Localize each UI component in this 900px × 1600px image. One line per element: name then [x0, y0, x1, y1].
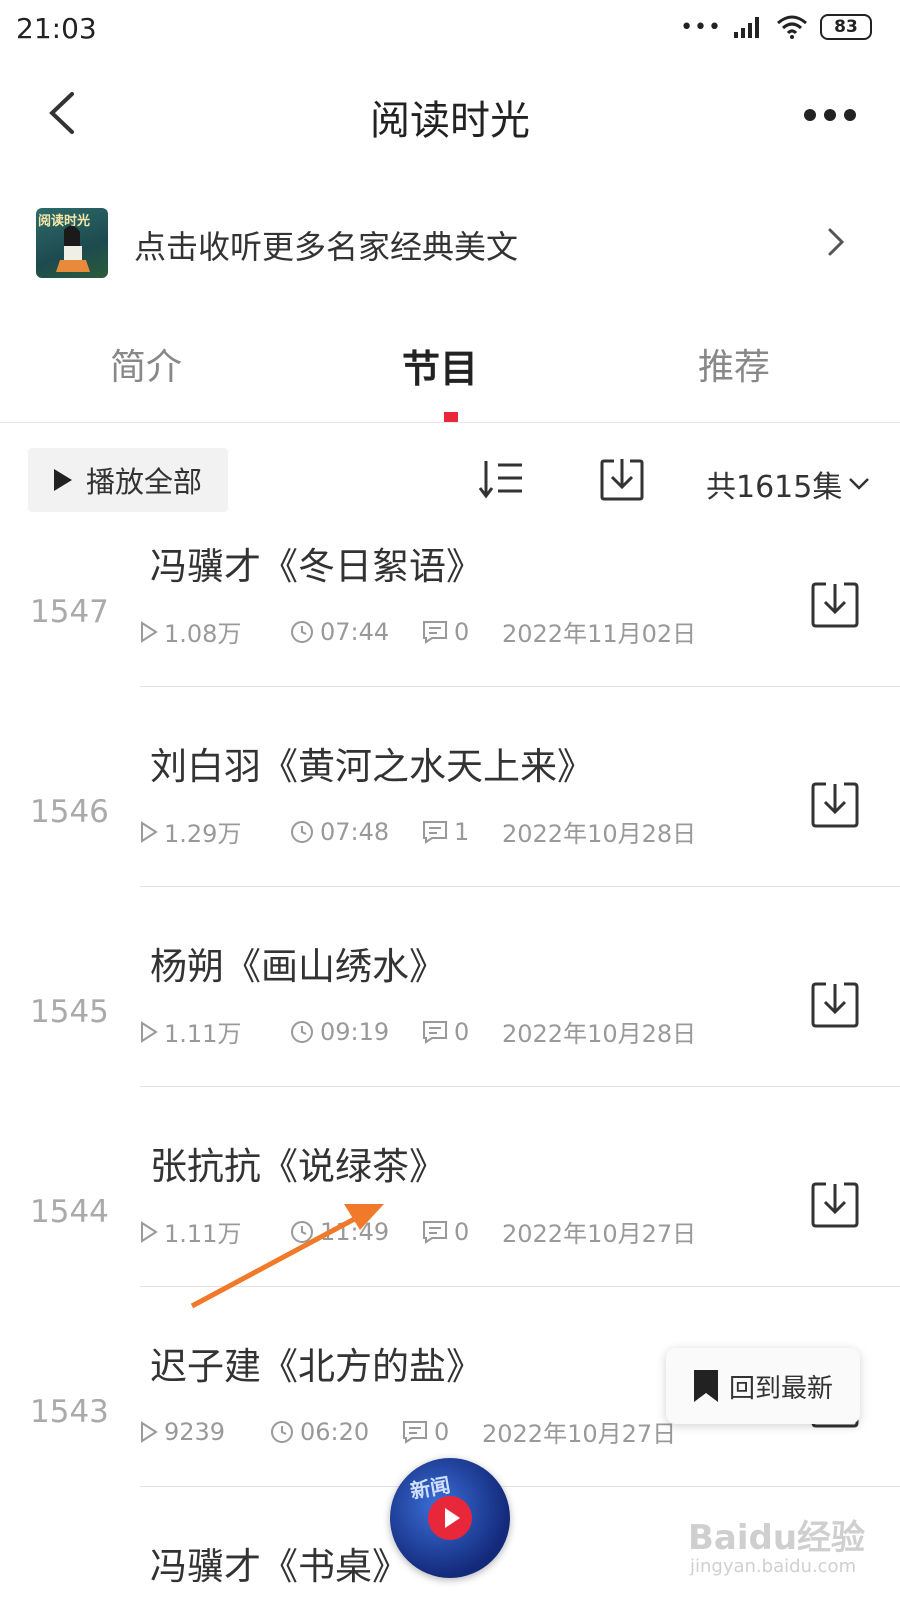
watermark: Baidu经验: [688, 1518, 866, 1558]
episode-title[interactable]: 刘白羽《黄河之水天上来》: [150, 736, 594, 790]
chevron-right-icon[interactable]: [822, 222, 850, 262]
tabs-divider: [0, 422, 900, 423]
play-count: 1.29万: [164, 820, 242, 848]
row-divider: [140, 1286, 900, 1287]
episode-number: 1545: [30, 994, 109, 1030]
episode-number: 1543: [30, 1394, 109, 1430]
tab-intro[interactable]: 简介: [110, 338, 182, 390]
duration: 09:19: [320, 1017, 390, 1046]
episode-row[interactable]: 1545 杨朔《画山绣水》 1.11万 09:19 0 2022年10月28日: [0, 936, 900, 1140]
episode-row[interactable]: 1547 冯骥才《冬日絮语》 1.08万 07:44 0 2022年11月02日: [0, 536, 900, 740]
publish-date: 2022年10月28日: [502, 1020, 697, 1048]
comment-count: 0: [454, 1217, 470, 1246]
episode-number: 1547: [30, 594, 109, 630]
comment-icon: [423, 1220, 447, 1244]
episode-title[interactable]: 杨朔《画山绣水》: [150, 936, 446, 990]
status-icons: ••• 83: [680, 14, 872, 40]
comment-icon: [423, 820, 447, 844]
play-count-icon: [141, 1220, 158, 1243]
clock-icon: [291, 1220, 313, 1243]
publish-date: 2022年10月28日: [502, 820, 697, 848]
episode-meta: 1.29万 07:48 1 2022年10月28日: [140, 814, 696, 849]
watermark-url: jingyan.baidu.com: [690, 1556, 857, 1577]
active-tab-indicator: [444, 412, 458, 422]
page-title: 阅读时光: [370, 98, 530, 144]
back-to-latest-label: 回到最新: [728, 1373, 833, 1404]
episode-title[interactable]: 冯骥才《冬日絮语》: [150, 536, 483, 590]
bookmark-icon: [693, 1370, 718, 1402]
comment-count: 0: [434, 1417, 450, 1446]
episode-title[interactable]: 迟子建《北方的盐》: [150, 1336, 483, 1390]
download-icon[interactable]: [810, 1180, 860, 1230]
batch-download-icon[interactable]: [598, 455, 646, 503]
episode-title[interactable]: 张抗抗《说绿茶》: [150, 1136, 446, 1190]
episode-meta: 1.11万 09:19 0 2022年10月28日: [140, 1014, 696, 1049]
back-to-latest-button[interactable]: 回到最新: [666, 1348, 860, 1424]
play-count: 1.11万: [164, 1220, 242, 1248]
play-icon: [53, 469, 72, 491]
signal-dots-icon: •••: [680, 14, 722, 40]
chevron-down-icon: [849, 478, 870, 490]
clock-icon: [291, 820, 313, 843]
row-divider: [140, 1086, 900, 1087]
play-count-icon: [141, 1020, 158, 1043]
episode-title[interactable]: 冯骥才《书桌》: [150, 1536, 409, 1590]
wifi-icon: [777, 15, 807, 39]
status-time: 21:03: [16, 12, 97, 45]
play-button-icon[interactable]: [428, 1496, 472, 1540]
play-count: 9239: [164, 1417, 226, 1446]
episode-count-selector[interactable]: 共1615集: [706, 462, 870, 506]
play-count: 1.08万: [164, 620, 242, 648]
play-count-icon: [141, 620, 158, 643]
download-icon[interactable]: [810, 580, 860, 630]
play-count-icon: [141, 820, 158, 843]
more-options-icon[interactable]: [800, 95, 860, 135]
album-thumbnail[interactable]: 阅读时光: [36, 208, 108, 278]
comment-icon: [423, 1020, 447, 1044]
episode-meta: 9239 06:20 0 2022年10月27日: [140, 1414, 676, 1449]
clock-icon: [291, 620, 313, 643]
row-divider: [140, 686, 900, 687]
cell-signal-icon: [734, 17, 759, 38]
comment-count: 0: [454, 617, 470, 646]
mini-player[interactable]: 新闻: [390, 1458, 510, 1578]
publish-date: 2022年10月27日: [482, 1420, 677, 1448]
play-all-button[interactable]: 播放全部: [28, 448, 228, 512]
duration: 07:44: [320, 617, 390, 646]
episode-number: 1546: [30, 794, 109, 830]
duration: 07:48: [320, 817, 390, 846]
play-count-icon: [141, 1420, 158, 1443]
banner-link-text[interactable]: 点击收听更多名家经典美文: [134, 222, 518, 268]
battery-indicator: 83: [820, 14, 872, 40]
play-all-label: 播放全部: [85, 467, 202, 499]
download-icon[interactable]: [810, 980, 860, 1030]
duration: 06:20: [300, 1417, 370, 1446]
episode-count-label: 共1615集: [706, 470, 843, 505]
download-icon[interactable]: [810, 780, 860, 830]
comment-icon: [423, 620, 447, 644]
duration: 11:49: [320, 1217, 390, 1246]
play-count: 1.11万: [164, 1020, 242, 1048]
publish-date: 2022年10月27日: [502, 1220, 697, 1248]
reading-girl-illustration: [56, 225, 90, 272]
sort-icon[interactable]: [478, 455, 526, 503]
publish-date: 2022年11月02日: [502, 620, 697, 648]
clock-icon: [291, 1020, 313, 1043]
comment-count: 0: [454, 1017, 470, 1046]
episode-meta: 1.08万 07:44 0 2022年11月02日: [140, 614, 696, 649]
tab-episodes[interactable]: 节目: [402, 338, 478, 393]
row-divider: [140, 1486, 900, 1487]
episode-number: 1544: [30, 1194, 109, 1230]
comment-count: 1: [454, 817, 470, 846]
row-divider: [140, 886, 900, 887]
episode-row[interactable]: 1544 张抗抗《说绿茶》 1.11万 11:49 0 2022年10月27日: [0, 1136, 900, 1340]
episode-row[interactable]: 1546 刘白羽《黄河之水天上来》 1.29万 07:48 1 2022年10月…: [0, 736, 900, 940]
clock-icon: [271, 1420, 293, 1443]
comment-icon: [403, 1420, 427, 1444]
episode-meta: 1.11万 11:49 0 2022年10月27日: [140, 1214, 696, 1249]
tab-recommend[interactable]: 推荐: [698, 338, 770, 390]
